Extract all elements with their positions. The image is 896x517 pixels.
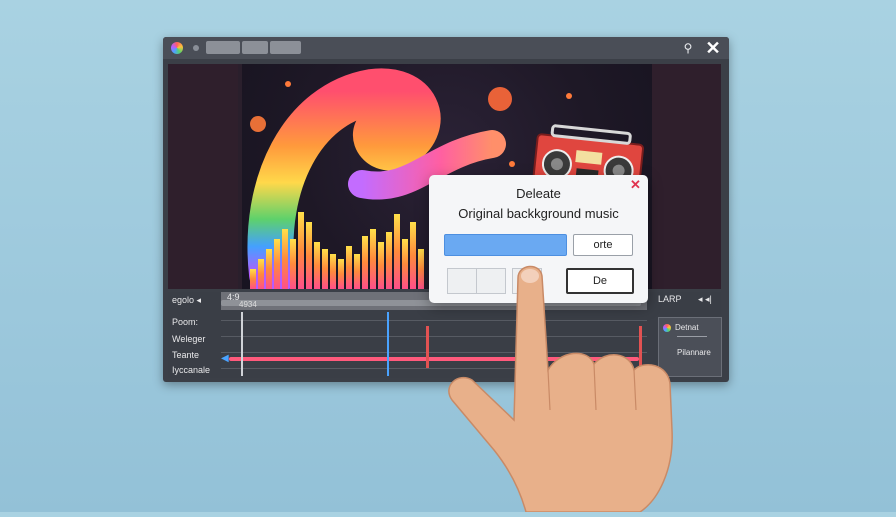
right-preview-panel [651, 64, 721, 289]
title-tab-2[interactable] [242, 41, 268, 54]
track-label-4: Iyccanale [172, 365, 211, 375]
ruler-subtime: 4934 [239, 300, 257, 309]
track-header-label[interactable]: egolo ◂ [172, 295, 201, 306]
dialog-subtitle: Original backkground music [458, 206, 619, 221]
track-start-marker-icon[interactable]: ◀ [221, 353, 229, 364]
in-point-line[interactable] [241, 312, 243, 376]
pointing-hand [430, 260, 710, 513]
track-label-2: Weleger [172, 334, 206, 344]
dialog-option-button[interactable]: orte [573, 234, 633, 256]
cut-marker[interactable] [426, 326, 429, 368]
dialog-input-field[interactable] [444, 234, 567, 256]
app-logo-icon [171, 42, 183, 54]
close-icon[interactable]: ✕ [703, 38, 723, 58]
title-bar: ⚲ ✕ [163, 37, 729, 59]
playhead[interactable] [387, 312, 389, 376]
search-icon[interactable]: ⚲ [679, 39, 697, 57]
status-dot [193, 45, 199, 51]
track-label-1: Poom: [172, 317, 199, 327]
left-panel [168, 64, 238, 289]
title-tab-1[interactable] [206, 41, 240, 54]
title-tab-3[interactable] [270, 41, 301, 54]
track-label-3: Teante [172, 350, 200, 360]
dialog-title: Deleate [516, 186, 561, 201]
ruler-time: 4:9 [227, 292, 240, 302]
